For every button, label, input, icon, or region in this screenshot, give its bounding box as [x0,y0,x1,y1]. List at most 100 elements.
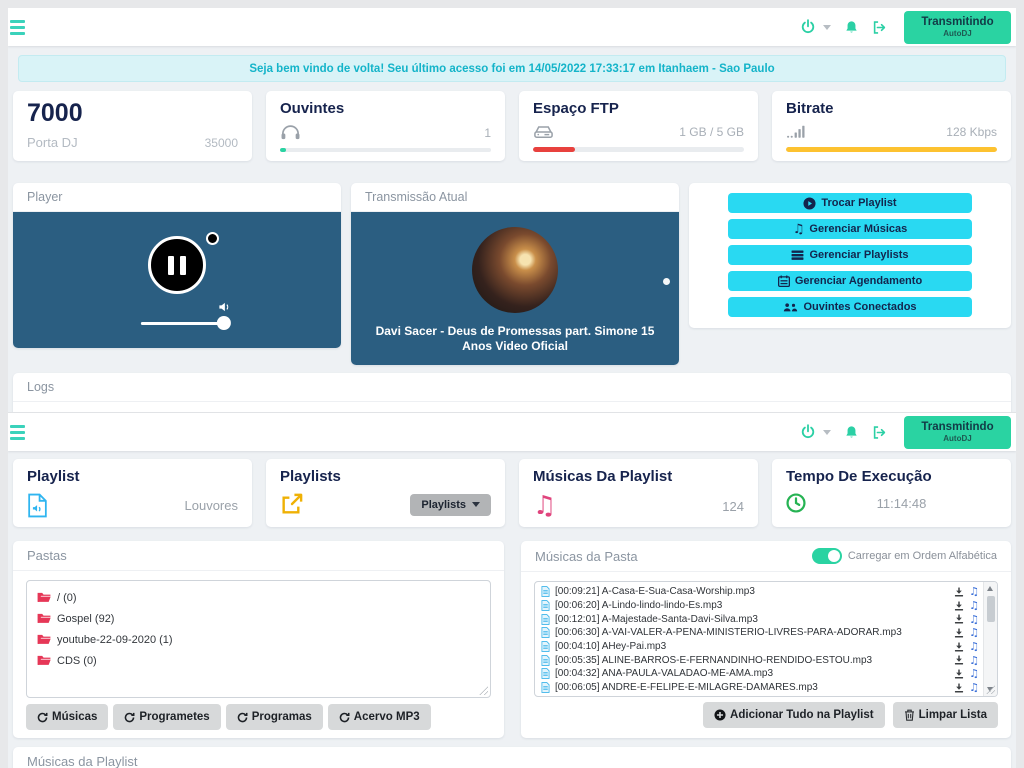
tempo-value: 11:14:48 [806,496,997,511]
power-icon[interactable] [800,424,816,440]
file-icon [541,682,550,693]
programas-button[interactable]: Programas [226,704,323,730]
song-list: [00:09:21] A-Casa-E-Sua-Casa-Worship.mp3… [534,581,998,697]
ouvintes-value: 1 [484,126,491,140]
folder-icon [37,655,51,666]
card-playlists: Playlists Playlists [266,459,505,527]
download-icon[interactable] [954,655,964,665]
musicas-button[interactable]: Músicas [26,704,108,730]
gerenciar-agendamento-button[interactable]: Gerenciar Agendamento [728,271,973,291]
toggle-label: Carregar em Ordem Alfabética [848,550,997,562]
song-row[interactable]: [00:09:21] A-Casa-E-Sua-Casa-Worship.mp3… [541,585,979,599]
stat-card-bitrate: Bitrate 128 Kbps [772,91,1011,161]
transmission-title: Transmissão Atual [351,183,679,212]
musicas-pasta-panel: Músicas da Pasta Carregar em Ordem Alfab… [521,541,1011,738]
refresh-icon [37,712,48,723]
hdd-icon [533,124,554,139]
folder-item[interactable]: youtube-22-09-2020 (1) [37,629,480,650]
porta-max: 35000 [205,136,238,150]
refresh-icon [237,712,248,723]
ouvintes-title: Ouvintes [280,100,491,117]
scroll-up-arrow[interactable] [987,586,993,591]
bell-icon[interactable] [844,20,859,35]
music-note-icon: ♫ [533,493,556,519]
card-musicas-playlist: Músicas Da Playlist ♫ 124 [519,459,758,527]
main-row: Player Transmissão Atu [13,183,1011,365]
pastas-title: Pastas [13,541,504,571]
playlists-title: Playlists [280,468,491,485]
music-note-icon: ♫ [793,223,805,236]
ftp-value: 1 GB / 5 GB [679,125,744,139]
clear-list-button[interactable]: Limpar Lista [893,702,998,728]
resize-handle[interactable] [479,686,488,695]
download-icon[interactable] [954,669,964,679]
download-icon[interactable] [954,614,964,624]
volume-knob[interactable] [217,316,231,330]
ouvintes-conectados-button[interactable]: Ouvintes Conectados [728,297,973,317]
menu-button[interactable] [10,17,32,37]
alphabetical-toggle[interactable] [812,548,842,564]
bitrate-progress [786,147,997,152]
song-row[interactable]: [00:06:05] ANDRE-E-FELIPE-E-MILAGRE-DAMA… [541,681,979,695]
folder-item[interactable]: CDS (0) [37,650,480,671]
logs-table-header: Data IP Navegador Log [13,402,1011,412]
add-note-icon[interactable]: ♫ [969,600,979,611]
logs-title: Logs [13,373,1011,402]
musicas-playlist-title: Músicas Da Playlist [533,468,744,485]
file-icon [541,627,550,638]
download-icon[interactable] [954,642,964,652]
add-note-icon[interactable]: ♫ [969,641,979,652]
add-note-icon[interactable]: ♫ [969,668,979,679]
pause-button[interactable] [148,236,206,294]
add-all-button[interactable]: Adicionar Tudo na Playlist [703,702,885,728]
play-circle-icon [803,197,816,210]
power-icon[interactable] [800,19,816,35]
download-icon[interactable] [954,628,964,638]
logout-icon[interactable] [872,425,887,440]
folder-item[interactable]: Gospel (92) [37,608,480,629]
song-row[interactable]: [00:04:10] AHey-Pai.mp3 ♫ [541,640,979,654]
playlists-dropdown[interactable]: Playlists [410,494,491,516]
gerenciar-musicas-button[interactable]: ♫ Gerenciar Músicas [728,219,973,239]
ftp-title: Espaço FTP [533,100,744,117]
song-row[interactable]: [00:04:32] ANA-PAULA-VALADAO-ME-AMA.mp3 … [541,667,979,681]
topbar: Transmitindo AutoDJ [8,8,1016,46]
chevron-down-icon[interactable] [823,25,831,30]
acervo-mp3-button[interactable]: Acervo MP3 [328,704,431,730]
file-icon [541,600,550,611]
bitrate-value: 128 Kbps [946,125,997,139]
file-audio-icon [27,493,48,518]
chevron-down-icon[interactable] [823,430,831,435]
song-row[interactable]: [00:12:01] A-Majestade-Santa-Davi-Silva.… [541,612,979,626]
tempo-title: Tempo De Execução [786,468,997,485]
add-note-icon[interactable]: ♫ [969,655,979,666]
menu-button[interactable] [10,422,32,442]
file-icon [541,586,550,597]
stat-card-porta: 7000 Porta DJ 35000 [13,91,252,161]
folder-item[interactable]: / (0) [37,587,480,608]
bell-icon[interactable] [844,425,859,440]
volume-slider[interactable] [141,315,227,331]
logout-icon[interactable] [872,20,887,35]
quick-actions-panel: Trocar Playlist ♫ Gerenciar Músicas Gere… [689,183,1011,328]
song-row[interactable]: [00:06:20] A-Lindo-lindo-lindo-Es.mp3 ♫ [541,599,979,613]
download-icon[interactable] [954,601,964,611]
users-icon [783,302,798,313]
add-note-icon[interactable]: ♫ [969,586,979,597]
add-note-icon[interactable]: ♫ [969,627,979,638]
scrollbar-thumb[interactable] [987,596,995,622]
download-icon[interactable] [954,683,964,693]
song-row[interactable]: [00:06:30] A-VAI-VALER-A-PENA-MINISTERIO… [541,626,979,640]
transmit-sublabel: AutoDJ [943,29,971,38]
chevron-down-icon [472,502,480,507]
trocar-playlist-button[interactable]: Trocar Playlist [728,193,973,213]
scrollbar[interactable] [983,582,997,696]
song-row[interactable]: [00:05:35] ALINE-BARROS-E-FERNANDINHO-RE… [541,653,979,667]
transmit-button[interactable]: Transmitindo AutoDJ [904,416,1011,449]
add-note-icon[interactable]: ♫ [969,614,979,625]
programetes-button[interactable]: Programetes [113,704,220,730]
transmit-button[interactable]: Transmitindo AutoDJ [904,11,1011,44]
download-icon[interactable] [954,587,964,597]
gerenciar-playlists-button[interactable]: Gerenciar Playlists [728,245,973,265]
add-note-icon[interactable]: ♫ [969,682,979,693]
